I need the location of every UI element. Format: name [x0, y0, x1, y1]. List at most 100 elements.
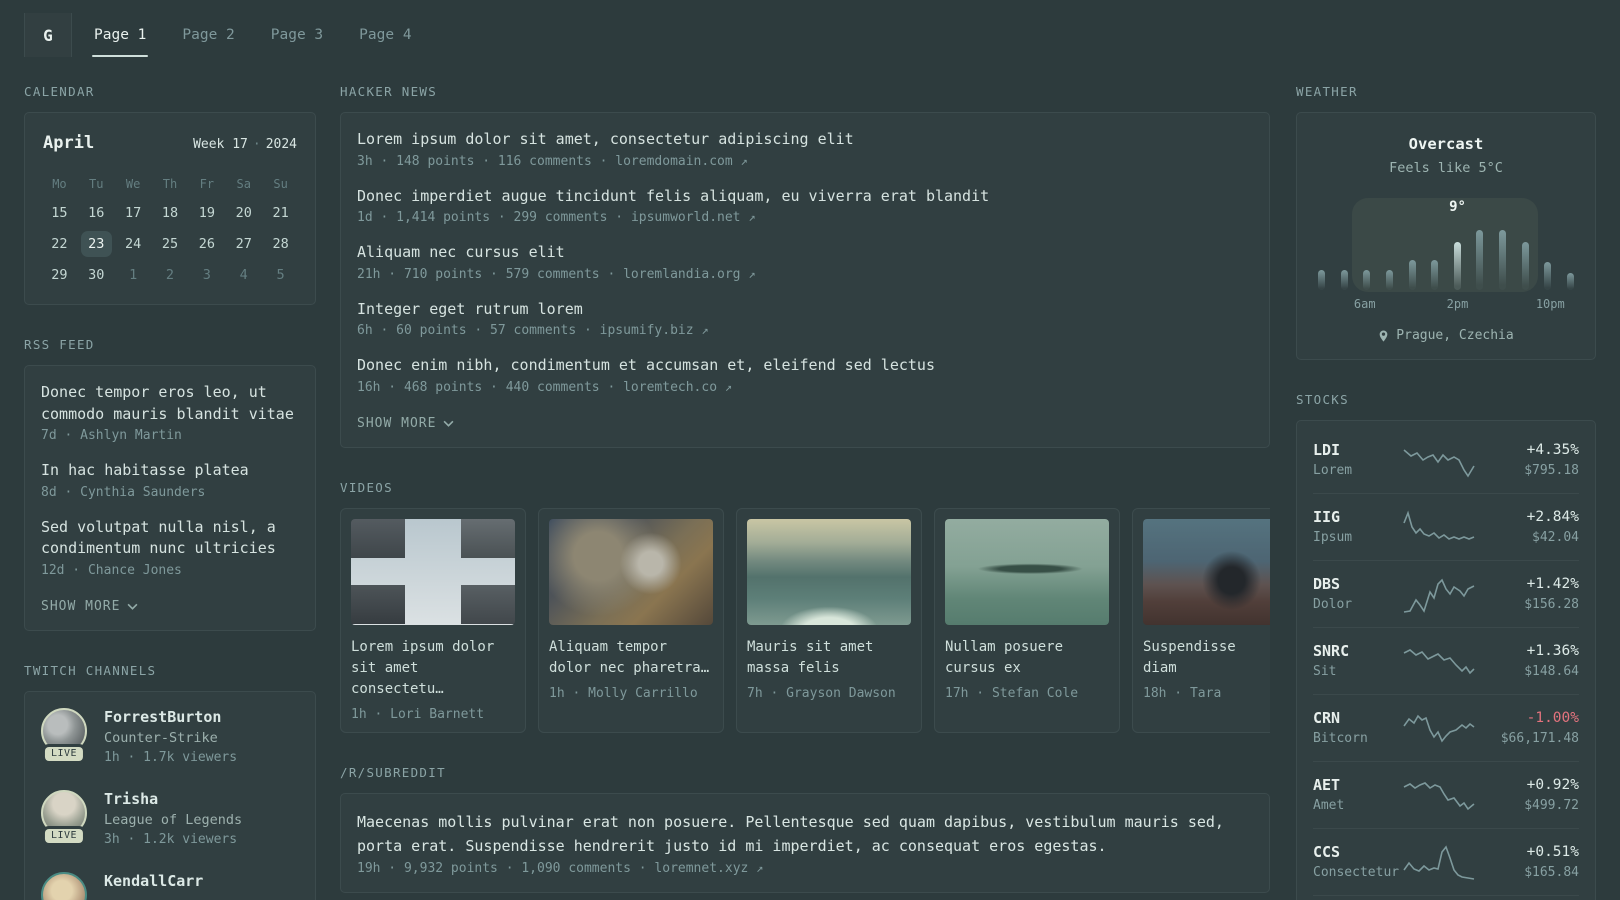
subreddit-header: /R/SUBREDDIT [340, 764, 446, 780]
twitch-avatar-wrap: LIVE [41, 707, 87, 761]
video-card[interactable]: Aliquam tempor dolor nec pharetra… 1h · … [538, 507, 724, 733]
twitch-channel-name[interactable]: KendallCarr [104, 872, 203, 890]
twitch-channel[interactable]: LIVE Trisha League of Legends 3h · 1.2k … [41, 789, 299, 847]
hackernews-item-title[interactable]: Integer eget rutrum lorem [357, 299, 1253, 321]
video-card[interactable]: Nullam posuere cursus ex 17h · Stefan Co… [934, 507, 1120, 733]
video-title[interactable]: Suspendisse diam [1143, 637, 1270, 679]
calendar-day-selected: 23 [80, 231, 112, 257]
video-thumbnail[interactable] [1143, 518, 1270, 625]
app-logo[interactable]: G [24, 13, 72, 57]
rss-card: Donec tempor eros leo, ut commodo mauris… [24, 365, 316, 631]
video-thumbnail[interactable] [351, 518, 515, 625]
video-title[interactable]: Aliquam tempor dolor nec pharetra… [549, 637, 713, 679]
rss-header: RSS FEED [24, 337, 95, 352]
separator-dot: · [252, 137, 261, 152]
weather-bar [1566, 273, 1574, 290]
hackernews-item-domain[interactable]: loremdomain.com [615, 154, 732, 169]
stock-values-block: +0.51% $165.84 [1477, 842, 1579, 883]
hackernews-item-domain[interactable]: ipsumify.biz [600, 323, 694, 338]
calendar-day: 22 [51, 236, 68, 252]
hackernews-item-title[interactable]: Lorem ipsum dolor sit amet, consectetur … [357, 129, 1253, 151]
tab-page-2[interactable]: Page 2 [168, 13, 248, 57]
subreddit-post-title[interactable]: Maecenas mollis pulvinar erat non posuer… [357, 810, 1253, 858]
video-title[interactable]: Lorem ipsum dolor sit amet consectetu… [351, 637, 515, 700]
twitch-channel[interactable]: LIVE ForrestBurton Counter-Strike 1h · 1… [41, 707, 299, 765]
left-column: CALENDAR April Week 17 · 2024 Mo Tu We Th Fr Sa… [24, 84, 316, 900]
stock-symbol: CRN [1313, 708, 1341, 727]
twitch-channel-name[interactable]: Trisha [104, 790, 242, 808]
calendar-day: 21 [272, 205, 289, 221]
stock-values-block: +1.42% $156.28 [1477, 574, 1579, 615]
stock-row[interactable]: CRN Bitcorn -1.00% $66,171.48 [1313, 694, 1579, 761]
weather-hour-label: 6am [1353, 297, 1376, 311]
video-thumbnail[interactable] [747, 518, 911, 625]
calendar-day: 27 [235, 236, 252, 252]
stock-row[interactable]: DBS Dolor +1.42% $156.28 [1313, 560, 1579, 627]
stock-row[interactable]: AET Amet +0.92% $499.72 [1313, 761, 1579, 828]
twitch-channel[interactable]: KendallCarr [41, 871, 299, 900]
rss-item-title[interactable]: Sed volutpat nulla nisl, a condimentum n… [41, 517, 299, 560]
external-link-icon: ↗ [740, 153, 748, 168]
video-card[interactable]: Mauris sit amet massa felis 7h · Grayson… [736, 507, 922, 733]
rss-section: RSS FEED Donec tempor eros leo, ut commo… [24, 337, 316, 631]
weekday-label: Tu [89, 177, 104, 191]
video-title[interactable]: Mauris sit amet massa felis [747, 637, 911, 679]
hackernews-item-domain[interactable]: ipsumworld.net [631, 210, 741, 225]
video-meta: 18h · Tara [1143, 685, 1222, 701]
stock-change: +2.84% [1526, 508, 1579, 525]
twitch-channel-meta: 1h · 1.7k viewers [104, 749, 238, 765]
video-card[interactable]: Suspendisse diam 18h · Tara [1132, 507, 1270, 733]
nav-tabs: Page 1 Page 2 Page 3 Page 4 [72, 13, 426, 57]
twitch-channel-info: Trisha League of Legends 3h · 1.2k viewe… [104, 790, 242, 847]
avatar[interactable] [41, 871, 87, 900]
tab-page-1[interactable]: Page 1 [80, 13, 160, 57]
calendar-day: 25 [161, 236, 179, 252]
weather-feels-like: Feels like 5°C [1389, 160, 1503, 176]
stock-row[interactable]: SNRC Sit +1.36% $148.64 [1313, 627, 1579, 694]
video-thumbnail[interactable] [945, 518, 1109, 625]
weather-bar [1431, 260, 1439, 290]
calendar-card: April Week 17 · 2024 Mo Tu We Th Fr Sa Su 15 16 17 1… [24, 112, 316, 305]
video-card[interactable]: Lorem ipsum dolor sit amet consectetu… 1… [340, 507, 526, 733]
stock-row[interactable]: CCS Consectetur +0.51% $165.84 [1313, 828, 1579, 895]
stock-change: +4.35% [1526, 441, 1579, 458]
hackernews-item-title[interactable]: Donec enim nibh, condimentum et accumsan… [357, 355, 1253, 377]
hackernews-item-meta: 21h · 710 points · 579 comments · loreml… [357, 266, 756, 282]
rss-item: In hac habitasse platea 8d · Cynthia Sau… [41, 460, 299, 500]
video-thumbnail[interactable] [549, 518, 713, 625]
twitch-channel-name[interactable]: ForrestBurton [104, 708, 237, 726]
chevron-down-icon [127, 603, 138, 610]
stock-symbol: CCS [1313, 842, 1341, 861]
stock-sparkline [1404, 782, 1475, 811]
top-nav: G Page 1 Page 2 Page 3 Page 4 [24, 13, 1596, 57]
video-meta: 1h · Lori Barnett [351, 706, 485, 722]
videos-row: Lorem ipsum dolor sit amet consectetu… 1… [340, 507, 1270, 733]
stock-row[interactable]: IIG Ipsum +2.84% $42.04 [1313, 493, 1579, 560]
stock-name: Ipsum [1313, 529, 1353, 545]
hackernews-header: HACKER NEWS [340, 84, 438, 99]
hackernews-item-title[interactable]: Aliquam nec cursus elit [357, 242, 1253, 264]
hackernews-show-more-button[interactable]: SHOW MORE [357, 416, 454, 431]
stock-symbol: DBS [1313, 574, 1341, 593]
external-link-icon: ↗ [701, 323, 709, 337]
weather-chart: 9° [1315, 186, 1577, 292]
video-title[interactable]: Nullam posuere cursus ex [945, 637, 1109, 679]
stock-change: -1.00% [1526, 709, 1579, 726]
hackernews-item: Donec enim nibh, condimentum et accumsan… [357, 355, 1253, 395]
tab-page-3[interactable]: Page 3 [257, 13, 337, 57]
calendar-day: 15 [51, 205, 68, 221]
hackernews-item-title[interactable]: Donec imperdiet augue tincidunt felis al… [357, 186, 1253, 208]
rss-item-title[interactable]: Donec tempor eros leo, ut commodo mauris… [41, 382, 299, 425]
tab-page-4[interactable]: Page 4 [345, 13, 425, 57]
hackernews-item-domain[interactable]: loremlandia.org [623, 267, 740, 282]
stock-row[interactable]: AHS +0.46% [1313, 895, 1579, 900]
hackernews-card: Lorem ipsum dolor sit amet, consectetur … [340, 112, 1270, 448]
stock-sparkline [1403, 845, 1475, 880]
rss-item-title[interactable]: In hac habitasse platea [41, 460, 299, 482]
stock-row[interactable]: LDI Lorem +4.35% $795.18 [1313, 427, 1579, 493]
stock-symbol: SNRC [1313, 641, 1350, 660]
rss-show-more-button[interactable]: SHOW MORE [41, 599, 138, 614]
subreddit-post-domain[interactable]: loremnet.xyz [654, 861, 748, 876]
hackernews-item-domain[interactable]: loremtech.co [623, 380, 717, 395]
weather-bar [1318, 270, 1325, 290]
